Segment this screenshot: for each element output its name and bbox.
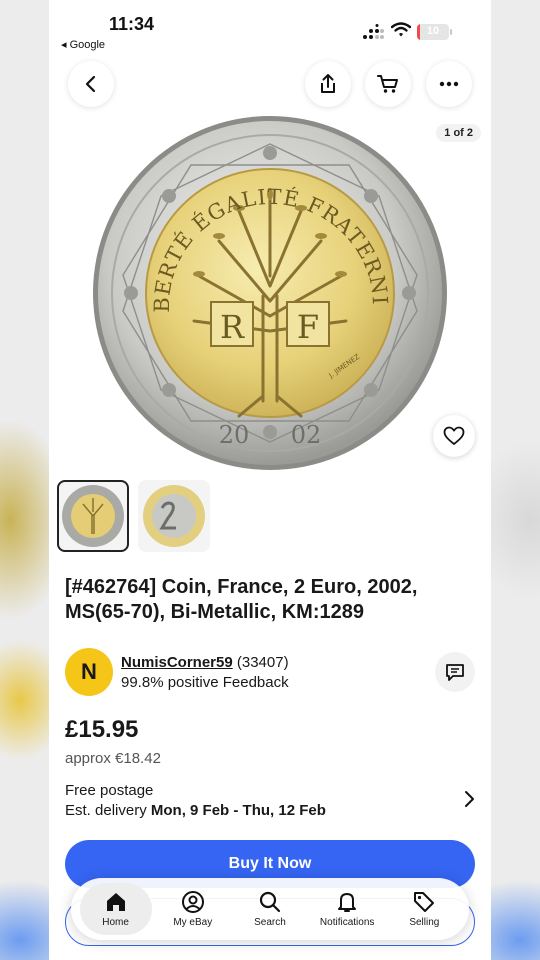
battery-icon: 10 bbox=[417, 24, 449, 40]
profile-icon bbox=[181, 891, 204, 913]
tab-search[interactable]: Search bbox=[234, 883, 306, 935]
delivery-dates: Mon, 9 Feb - Thu, 12 Feb bbox=[150, 802, 326, 819]
coin-image: R F LIBERTÉ ÉGALITÉ FRATERNITÉ J. JIMENE… bbox=[49, 97, 447, 470]
phone-screen: 11:34 ◂ Google 10 R F BERTÉ ÉGALITÉ FRAT… bbox=[49, 0, 491, 960]
tab-notifications[interactable]: Notifications bbox=[311, 883, 383, 935]
coin-letter-right: F bbox=[297, 308, 319, 346]
seller-name-line: NumisCorner59 (33407) bbox=[121, 654, 289, 671]
coin-back-thumbnail bbox=[143, 485, 205, 547]
search-icon bbox=[259, 891, 281, 913]
seller-name-link[interactable]: NumisCorner59 bbox=[121, 654, 233, 671]
battery-level: 10 bbox=[426, 25, 440, 37]
seller-avatar: N bbox=[65, 648, 113, 696]
coin-year-right: 02 bbox=[291, 421, 322, 449]
approx-price: approx €18.42 bbox=[65, 750, 161, 767]
shipping-row[interactable]: Free postage Est. delivery Mon, 9 Feb - … bbox=[65, 782, 475, 822]
message-icon bbox=[446, 664, 464, 681]
cart-icon bbox=[377, 75, 398, 93]
tab-search-label: Search bbox=[254, 917, 286, 928]
tab-home-label: Home bbox=[102, 917, 129, 928]
thumbnail-1[interactable] bbox=[57, 480, 129, 552]
wifi-icon bbox=[391, 22, 411, 37]
watchlist-button[interactable] bbox=[433, 415, 475, 457]
back-to-app-link[interactable]: ◂ Google bbox=[61, 38, 105, 51]
share-button[interactable] bbox=[305, 61, 351, 107]
price: £15.95 bbox=[65, 716, 139, 743]
back-button[interactable] bbox=[68, 61, 114, 107]
share-icon bbox=[321, 74, 335, 93]
tab-selling-label: Selling bbox=[409, 917, 440, 928]
more-horizontal-icon bbox=[439, 81, 459, 87]
tab-notifications-label: Notifications bbox=[319, 917, 375, 928]
coin-front-thumbnail bbox=[62, 485, 124, 547]
chevron-right-icon bbox=[465, 791, 474, 807]
tab-my-ebay-label: My eBay bbox=[173, 917, 213, 928]
home-icon bbox=[106, 893, 125, 911]
status-bar: 11:34 ◂ Google 10 bbox=[49, 0, 491, 54]
cellular-signal-icon bbox=[363, 24, 384, 39]
heart-icon bbox=[443, 426, 465, 445]
status-time: 11:34 bbox=[109, 14, 155, 34]
thumbnail-2[interactable] bbox=[138, 480, 210, 552]
bell-icon bbox=[338, 893, 357, 912]
seller-feedback-count: (33407) bbox=[236, 654, 289, 671]
listing-title: [#462764] Coin, France, 2 Euro, 2002, MS… bbox=[65, 576, 418, 623]
coin-letter-left: R bbox=[220, 308, 245, 346]
product-image-carousel[interactable]: R F LIBERTÉ ÉGALITÉ FRATERNITÉ J. JIMENE… bbox=[49, 97, 491, 471]
tab-selling[interactable]: Selling bbox=[388, 883, 460, 935]
postage-text: Free postage bbox=[65, 782, 154, 799]
delivery-prefix: Est. delivery bbox=[65, 802, 151, 819]
message-seller-button[interactable] bbox=[435, 652, 475, 692]
more-options-button[interactable] bbox=[426, 61, 472, 107]
seller-feedback: 99.8% positive Feedback bbox=[121, 674, 289, 691]
thumbnail-strip bbox=[57, 480, 210, 552]
coin-year-left: 20 bbox=[219, 421, 250, 449]
tab-my-ebay[interactable]: My eBay bbox=[157, 883, 229, 935]
bottom-tab-bar: Home My eBay Search Notifications Sellin… bbox=[71, 878, 469, 940]
cart-button[interactable] bbox=[365, 61, 411, 107]
tag-icon bbox=[414, 892, 435, 912]
delivery-line: Est. delivery Mon, 9 Feb - Thu, 12 Feb bbox=[65, 802, 475, 819]
image-counter: 1 of 2 bbox=[436, 124, 481, 142]
battery-nub bbox=[450, 29, 452, 35]
chevron-left-icon bbox=[85, 75, 96, 93]
tab-home[interactable]: Home bbox=[79, 883, 152, 935]
seller-info[interactable]: N NumisCorner59 (33407) 99.8% positive F… bbox=[65, 648, 475, 698]
